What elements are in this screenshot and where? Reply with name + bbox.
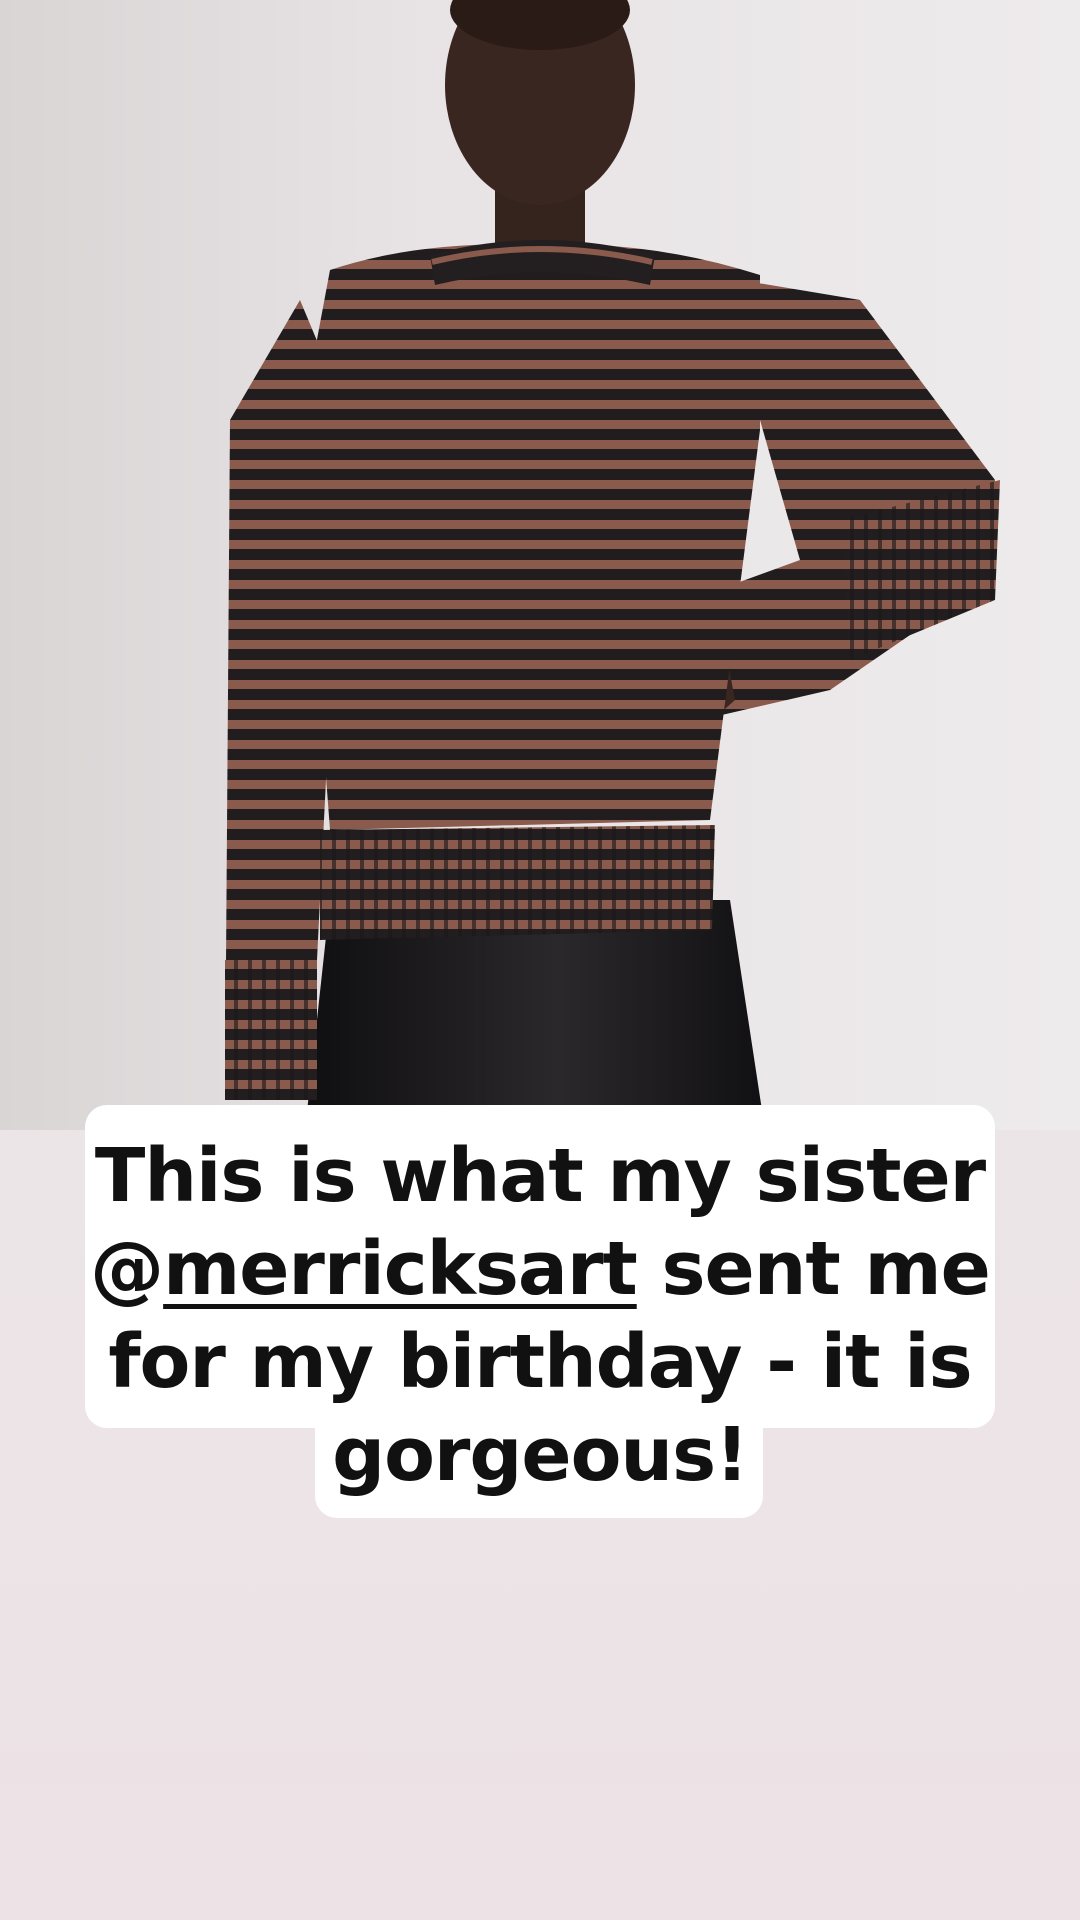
caption-text: This is what my sister @merricksart sent… [85, 1130, 995, 1502]
threads-icon: @ [90, 1226, 164, 1312]
caption-line-4: gorgeous! [332, 1412, 749, 1498]
mention-handle: merricksart [163, 1226, 638, 1312]
caption-line-1: This is what my sister [94, 1133, 986, 1219]
caption-line-2-rest: sent me [636, 1226, 990, 1312]
product-photo [0, 0, 1080, 1130]
model-illustration [225, 0, 1000, 1130]
mention-link[interactable]: @merricksart [90, 1226, 638, 1312]
story-canvas: This is what my sister @merricksart sent… [0, 0, 1080, 1920]
caption-line-3: for my birthday - it is [108, 1319, 972, 1405]
